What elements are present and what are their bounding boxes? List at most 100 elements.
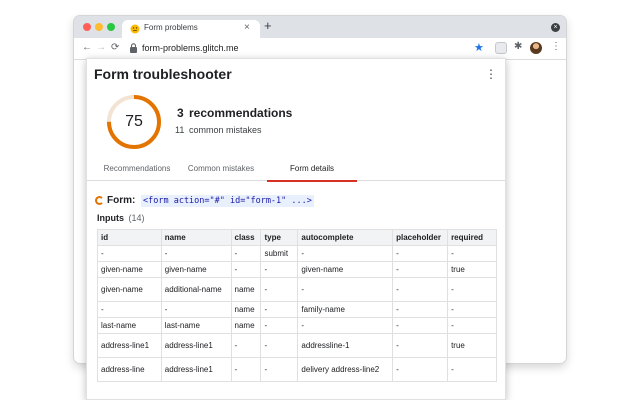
active-tab-indicator	[267, 180, 357, 182]
tab-close-icon[interactable]: ×	[244, 22, 250, 33]
table-cell: last-name	[97, 317, 162, 334]
table-cell: -	[260, 317, 299, 334]
lock-icon[interactable]	[129, 43, 138, 53]
browser-toolbar: ← → ⟳ form-problems.glitch.me ★ ✱ ⋮	[74, 38, 566, 60]
table-cell: -	[297, 317, 394, 334]
column-header: placeholder	[392, 229, 449, 246]
popup-tabs: Recommendations Common mistakes Form det…	[87, 157, 505, 181]
table-cell: submit	[260, 245, 299, 262]
table-cell: -	[392, 301, 449, 318]
recommendations-count: 3	[177, 106, 184, 120]
table-cell: last-name	[160, 317, 232, 334]
table-cell: address-line1	[97, 333, 162, 358]
tab-form-details[interactable]: Form details	[267, 164, 357, 173]
inputs-table: id name class type autocomplete placehol…	[97, 229, 497, 382]
table-cell: -	[230, 333, 262, 358]
popup-menu-icon[interactable]: ⋮	[485, 67, 497, 81]
table-cell: -	[297, 245, 394, 262]
table-cell: -	[97, 301, 162, 318]
table-cell: given-name	[297, 261, 394, 278]
column-header: autocomplete	[297, 229, 394, 246]
table-cell: -	[447, 357, 497, 382]
loading-spinner-icon	[95, 196, 104, 205]
popup-title: Form troubleshooter	[94, 66, 232, 82]
table-row[interactable]: - - name - family-name - -	[97, 301, 497, 318]
window-close-icon[interactable]: ×	[551, 23, 560, 32]
column-header: class	[230, 229, 262, 246]
table-cell: true	[447, 333, 497, 358]
table-cell: -	[260, 357, 299, 382]
column-header: type	[260, 229, 299, 246]
table-row[interactable]: - - - submit - - -	[97, 245, 497, 262]
inputs-heading: Inputs (14)	[97, 213, 145, 223]
maximize-window-button[interactable]	[107, 23, 115, 31]
browser-menu-icon[interactable]: ⋮	[551, 41, 561, 52]
table-cell: -	[447, 317, 497, 334]
table-cell: delivery address-line2	[297, 357, 394, 382]
tab-recommendations[interactable]: Recommendations	[97, 164, 177, 173]
table-cell: name	[230, 277, 262, 302]
table-cell: name	[230, 317, 262, 334]
table-cell: true	[447, 261, 497, 278]
table-row[interactable]: address-line1 address-line1 - - addressl…	[97, 333, 497, 358]
table-row[interactable]: last-name last-name name - - - -	[97, 317, 497, 334]
browser-tab[interactable]: Form problems ×	[122, 20, 260, 38]
mistakes-label: common mistakes	[189, 125, 262, 135]
table-row[interactable]: address-line address-line1 - - delivery …	[97, 357, 497, 382]
forward-icon[interactable]: →	[96, 42, 106, 54]
table-cell: given-name	[160, 261, 232, 278]
table-cell: address-line1	[160, 333, 232, 358]
form-code-link[interactable]: <form action="#" id="form-1" ...>	[141, 195, 314, 207]
table-row[interactable]: given-name given-name - - given-name - t…	[97, 261, 497, 278]
table-cell: -	[97, 245, 162, 262]
table-cell: address-line	[97, 357, 162, 382]
close-window-button[interactable]	[83, 23, 91, 31]
table-cell: -	[260, 261, 299, 278]
emoji-face-icon	[130, 24, 140, 34]
bookmark-star-icon[interactable]: ★	[474, 41, 484, 54]
table-cell: -	[297, 277, 394, 302]
title-bar: Form problems × + ×	[74, 16, 566, 38]
table-cell: -	[392, 277, 449, 302]
extensions-puzzle-icon[interactable]: ✱	[514, 41, 522, 52]
table-row[interactable]: given-name additional-name name - - - -	[97, 277, 497, 302]
new-tab-button[interactable]: +	[264, 19, 272, 33]
recommendations-label: recommendations	[189, 106, 293, 120]
profile-avatar[interactable]	[530, 42, 542, 54]
mistakes-count: 11	[175, 125, 185, 135]
table-cell: -	[230, 261, 262, 278]
minimize-window-button[interactable]	[95, 23, 103, 31]
table-cell: given-name	[97, 277, 162, 302]
inputs-label: Inputs	[97, 213, 124, 223]
table-cell: -	[260, 333, 299, 358]
tab-title: Form problems	[144, 23, 198, 32]
table-cell: -	[160, 245, 232, 262]
table-cell: name	[230, 301, 262, 318]
table-cell: addressline-1	[297, 333, 394, 358]
form-troubleshooter-extension-icon[interactable]	[495, 42, 507, 54]
address-bar[interactable]: form-problems.glitch.me	[142, 43, 239, 53]
column-header: name	[160, 229, 232, 246]
table-cell: address-line1	[160, 357, 232, 382]
table-cell: -	[260, 301, 299, 318]
table-cell: -	[392, 333, 449, 358]
table-cell: -	[230, 357, 262, 382]
reload-icon[interactable]: ⟳	[111, 42, 119, 54]
table-cell: -	[260, 277, 299, 302]
table-cell: -	[447, 301, 497, 318]
table-cell: given-name	[97, 261, 162, 278]
table-cell: -	[160, 301, 232, 318]
table-cell: -	[392, 357, 449, 382]
back-icon[interactable]: ←	[82, 42, 92, 54]
table-cell: additional-name	[160, 277, 232, 302]
table-cell: -	[392, 261, 449, 278]
tab-common-mistakes[interactable]: Common mistakes	[180, 164, 262, 173]
table-cell: family-name	[297, 301, 394, 318]
column-header: id	[97, 229, 162, 246]
score-value: 75	[125, 113, 143, 130]
column-header: required	[447, 229, 497, 246]
inputs-count: (14)	[128, 213, 145, 223]
table-cell: -	[447, 245, 497, 262]
form-label: Form:	[107, 195, 136, 206]
extension-popup: Form troubleshooter ⋮ 75 3 recommendatio…	[86, 58, 506, 400]
